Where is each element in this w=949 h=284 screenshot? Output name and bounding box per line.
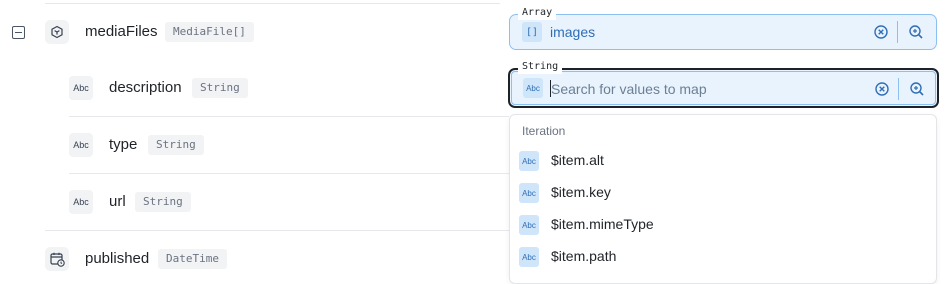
input-divider	[898, 78, 899, 100]
dropdown-option[interactable]: Abc $item.mimeType	[510, 210, 936, 240]
dropdown-section-header: Iteration	[522, 124, 566, 138]
row-divider	[45, 230, 509, 231]
type-badge-mediafiles: MediaFile[]	[165, 22, 254, 42]
string-icon: Abc	[69, 76, 93, 100]
string-mapping-input[interactable]: String Abc Search for values to map	[508, 60, 939, 108]
dropdown-option-label: $item.key	[551, 184, 611, 200]
search-zoom-icon[interactable]	[908, 24, 924, 40]
calendar-clock-icon	[50, 252, 65, 267]
string-icon: Abc	[69, 190, 93, 214]
cube-icon	[51, 25, 63, 39]
field-name-type: type	[109, 136, 138, 153]
object-icon	[45, 20, 69, 44]
array-mapping-input[interactable]: Array [] images	[509, 6, 937, 50]
datetime-icon-wrap	[45, 247, 69, 271]
clear-icon[interactable]	[874, 81, 890, 97]
dropdown-option[interactable]: Abc $item.path	[510, 242, 936, 272]
clear-icon[interactable]	[873, 24, 889, 40]
type-badge-description: String	[192, 78, 248, 98]
array-input-label: Array	[518, 6, 557, 20]
string-type-chip: Abc	[519, 247, 539, 267]
dropdown-option[interactable]: Abc $item.alt	[510, 146, 936, 176]
collapse-toggle-button[interactable]	[12, 26, 25, 39]
row-divider	[45, 3, 500, 4]
field-name-published: published	[85, 250, 150, 267]
string-input-label: String	[518, 60, 563, 74]
field-name-mediafiles: mediaFiles	[85, 23, 158, 40]
row-divider	[69, 116, 509, 117]
mapping-suggestions-dropdown: Iteration Abc $item.alt Abc $item.key Ab…	[509, 114, 937, 284]
string-type-chip: Abc	[519, 151, 539, 171]
string-type-chip: Abc	[523, 78, 543, 98]
dropdown-option-label: $item.path	[551, 248, 617, 264]
type-badge-url: String	[135, 192, 191, 212]
string-type-chip: Abc	[519, 215, 539, 235]
string-icon: Abc	[69, 133, 93, 157]
dropdown-option[interactable]: Abc $item.key	[510, 178, 936, 208]
field-name-url: url	[109, 193, 126, 210]
type-badge-published: DateTime	[158, 249, 227, 269]
input-divider	[897, 21, 898, 43]
field-name-description: description	[109, 79, 182, 96]
string-type-chip: Abc	[519, 183, 539, 203]
string-input-placeholder[interactable]: Search for values to map	[551, 80, 707, 98]
search-zoom-icon[interactable]	[909, 81, 925, 97]
array-input-value[interactable]: images	[550, 23, 595, 41]
array-type-chip: []	[522, 22, 542, 42]
dropdown-option-label: $item.mimeType	[551, 216, 654, 232]
row-divider	[69, 173, 509, 174]
type-badge-type: String	[148, 135, 204, 155]
dropdown-option-label: $item.alt	[551, 152, 604, 168]
